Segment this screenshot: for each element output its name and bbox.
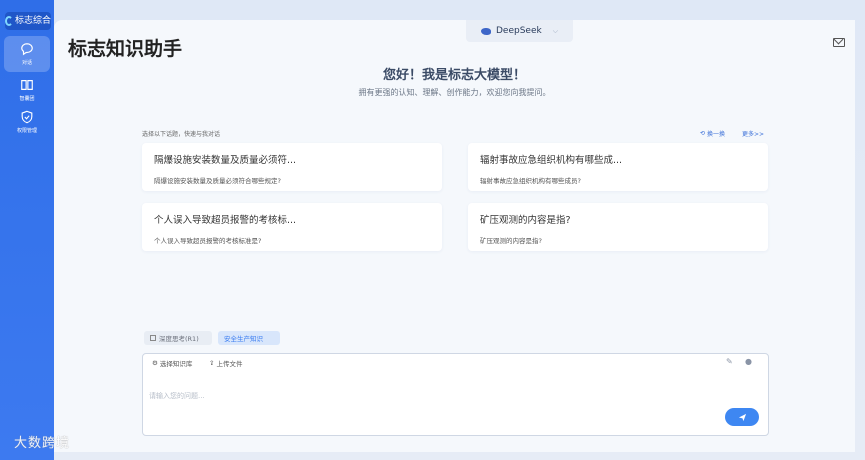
chevron-down-icon: ⌵ xyxy=(552,26,559,35)
refresh-label: 换一换 xyxy=(707,131,726,138)
sidebar-item-think-tank[interactable]: 智囊团 xyxy=(4,72,50,108)
topic-card[interactable]: 矿压观测的内容是指? 矿压观测的内容是指? xyxy=(468,203,768,251)
model-name: DeepSeek xyxy=(495,26,542,36)
book-icon xyxy=(21,80,33,90)
topic-card-question: 矿压观测的内容是指? xyxy=(480,237,542,245)
topic-card-question: 辐射事故应急组织机构有哪些成员? xyxy=(480,177,581,185)
page-title: 标志知识助手 xyxy=(68,38,183,60)
chat-input-placeholder: 请输入您的问题... xyxy=(149,392,205,400)
magic-wand-icon[interactable]: ✎ xyxy=(726,357,733,366)
refresh-button[interactable]: ⟲ 换一换 xyxy=(700,129,725,138)
deep-think-label: 深度思考(R1) xyxy=(159,335,199,343)
topic-card-title: 隔爆设施安装数量及质量必须符... xyxy=(154,155,297,166)
sidebar-item-chat[interactable]: 对话 xyxy=(4,36,50,72)
logo-text: 标志综合 xyxy=(15,16,52,26)
upload-label: 上传文件 xyxy=(216,360,243,368)
more-link[interactable]: 更多>> xyxy=(742,129,764,138)
main-panel: 标志知识助手 DeepSeek ⌵ 您好！我是标志大模型！ 拥有更强的认知、理解… xyxy=(54,20,855,452)
topic-card[interactable]: 辐射事故应急组织机构有哪些成... 辐射事故应急组织机构有哪些成员? xyxy=(468,143,768,191)
watermark: 大数跨境 xyxy=(14,436,71,451)
upload-icon: ⇪ xyxy=(209,359,215,367)
refresh-icon: ⟲ xyxy=(700,130,706,137)
sidebar-item-label: 对话 xyxy=(21,60,32,66)
safety-knowledge-toggle[interactable]: 安全生产知识 xyxy=(218,331,280,345)
upload-file-button[interactable]: ⇪ 上传文件 xyxy=(209,358,242,368)
shield-icon xyxy=(21,110,33,124)
deep-think-icon xyxy=(150,335,156,341)
chat-input-box[interactable]: ⚙ 选择知识库 ⇪ 上传文件 ✎ ● 请输入您的问题... xyxy=(142,353,769,436)
topic-card[interactable]: 个人误入导致超员报警的考核标... 个人误入导致超员报警的考核标准是? xyxy=(142,203,442,251)
topics-label: 选择以下话题，快速与我对话 xyxy=(142,131,221,138)
send-button[interactable] xyxy=(725,408,759,426)
microphone-icon[interactable]: ● xyxy=(745,357,752,366)
deep-think-toggle[interactable]: 深度思考(R1) xyxy=(144,331,212,345)
greeting-subtitle: 拥有更强的认知、理解、创作能力，欢迎您向我提问。 xyxy=(358,88,551,97)
topic-card-question: 个人误入导致超员报警的考核标准是? xyxy=(154,237,262,245)
chat-icon xyxy=(21,43,33,56)
sidebar-item-label: 权限管理 xyxy=(16,128,37,134)
topic-card-title: 个人误入导致超员报警的考核标... xyxy=(154,215,297,226)
topic-card-title: 辐射事故应急组织机构有哪些成... xyxy=(480,155,623,166)
app-logo: 标志综合 xyxy=(5,12,51,30)
sidebar: 标志综合 对话 智囊团 权限管理 xyxy=(0,0,54,460)
safety-knowledge-label: 安全生产知识 xyxy=(224,335,263,343)
topic-card-title: 矿压观测的内容是指? xyxy=(480,215,571,226)
topic-card-question: 隔爆设施安装数量及质量必须符合哪些规定? xyxy=(154,177,281,185)
greeting-title: 您好！我是标志大模型！ xyxy=(382,68,526,83)
model-selector[interactable]: DeepSeek ⌵ xyxy=(466,20,573,42)
send-icon xyxy=(738,413,746,421)
mail-icon[interactable] xyxy=(833,38,845,47)
sidebar-item-permissions[interactable]: 权限管理 xyxy=(4,104,50,140)
sidebar-item-label: 智囊团 xyxy=(19,96,35,102)
deepseek-logo-icon xyxy=(480,27,491,35)
topic-card[interactable]: 隔爆设施安装数量及质量必须符... 隔爆设施安装数量及质量必须符合哪些规定? xyxy=(142,143,442,191)
logo-icon xyxy=(5,16,13,26)
knowledge-base-button[interactable]: ⚙ 选择知识库 xyxy=(152,358,192,368)
gear-icon: ⚙ xyxy=(152,359,158,367)
knowledge-base-label: 选择知识库 xyxy=(159,360,193,368)
